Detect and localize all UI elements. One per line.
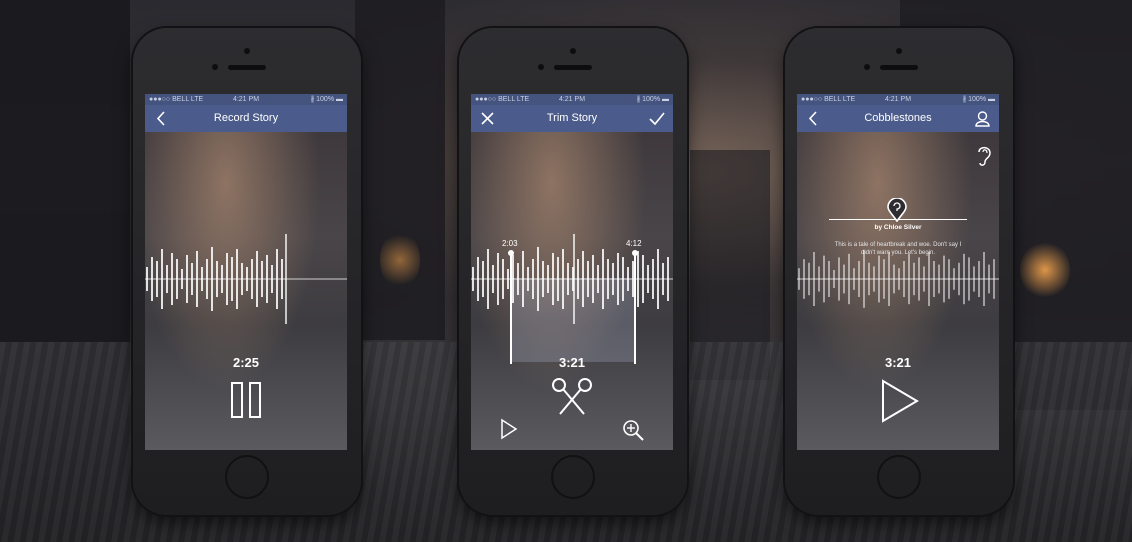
screen-trim: ●●●○○ BELL LTE 4:21 PM ∦ 100% ▬ Trim Sto… <box>471 94 673 450</box>
screen-story: ●●●○○ BELL LTE 4:21 PM ∦ 100% ▬ Cobblest… <box>797 94 999 450</box>
scissors-icon <box>552 378 592 415</box>
front-camera <box>570 48 576 54</box>
checkmark-icon[interactable] <box>648 110 665 127</box>
zoom-in-icon <box>623 420 644 441</box>
play-button[interactable] <box>879 379 919 428</box>
zoom-button[interactable] <box>621 418 645 447</box>
trim-button[interactable] <box>550 376 594 421</box>
page-title: Cobblestones <box>864 112 932 124</box>
battery-indicator: ∦ 100% ▬ <box>962 96 995 103</box>
trim-end-handle[interactable] <box>632 250 638 364</box>
chevron-left-icon[interactable] <box>805 110 822 127</box>
page-title: Trim Story <box>546 112 598 124</box>
battery-indicator: ∦ 100% ▬ <box>310 96 343 103</box>
navbar: Trim Story <box>471 105 673 132</box>
phone-record: ●●●○○ BELL LTE 4:21 PM ∦ 100% ▬ Record S… <box>133 28 361 515</box>
sensor <box>864 64 870 70</box>
earpiece-speaker <box>554 65 592 70</box>
elapsed-time: 2:25 <box>232 355 260 370</box>
status-bar: ●●●○○ BELL LTE 4:21 PM ∦ 100% ▬ <box>145 94 347 105</box>
waveform <box>145 234 347 324</box>
listen-button[interactable] <box>975 144 993 173</box>
sensor <box>212 64 218 70</box>
trim-start-time: 2:03 <box>502 239 518 248</box>
play-icon <box>882 379 919 423</box>
earpiece-speaker <box>228 65 266 70</box>
trim-start-handle[interactable] <box>508 250 514 364</box>
screen-record: ●●●○○ BELL LTE 4:21 PM ∦ 100% ▬ Record S… <box>145 94 347 450</box>
elapsed-time: 3:21 <box>884 355 912 370</box>
front-camera <box>244 48 250 54</box>
elapsed-time: 3:21 <box>558 355 586 370</box>
battery-indicator: ∦ 100% ▬ <box>636 96 669 103</box>
status-bar: ●●●○○ BELL LTE 4:21 PM ∦ 100% ▬ <box>797 94 999 105</box>
home-button[interactable] <box>225 455 269 499</box>
location-marker <box>887 197 907 227</box>
map-pin-icon <box>887 197 907 223</box>
waveform <box>797 250 999 308</box>
sensor <box>538 64 544 70</box>
front-camera <box>896 48 902 54</box>
trim-end-time: 4:12 <box>626 239 642 248</box>
ear-icon <box>978 146 991 166</box>
page-title: Record Story <box>213 112 279 124</box>
earpiece-speaker <box>880 65 918 70</box>
phone-trim: ●●●○○ BELL LTE 4:21 PM ∦ 100% ▬ Trim Sto… <box>459 28 687 515</box>
close-icon[interactable] <box>479 110 496 127</box>
navbar: Record Story <box>145 105 347 132</box>
navbar: Cobblestones <box>797 105 999 132</box>
home-button[interactable] <box>877 455 921 499</box>
pause-button[interactable] <box>229 380 263 425</box>
play-button[interactable] <box>499 418 519 445</box>
status-bar: ●●●○○ BELL LTE 4:21 PM ∦ 100% ▬ <box>471 94 673 105</box>
pause-icon <box>231 382 261 418</box>
play-icon <box>501 418 518 440</box>
author-label: by Chloe Silver <box>874 224 922 231</box>
chevron-left-icon[interactable] <box>153 110 170 127</box>
user-icon[interactable] <box>974 110 991 127</box>
phone-story: ●●●○○ BELL LTE 4:21 PM ∦ 100% ▬ Cobblest… <box>785 28 1013 515</box>
home-button[interactable] <box>551 455 595 499</box>
